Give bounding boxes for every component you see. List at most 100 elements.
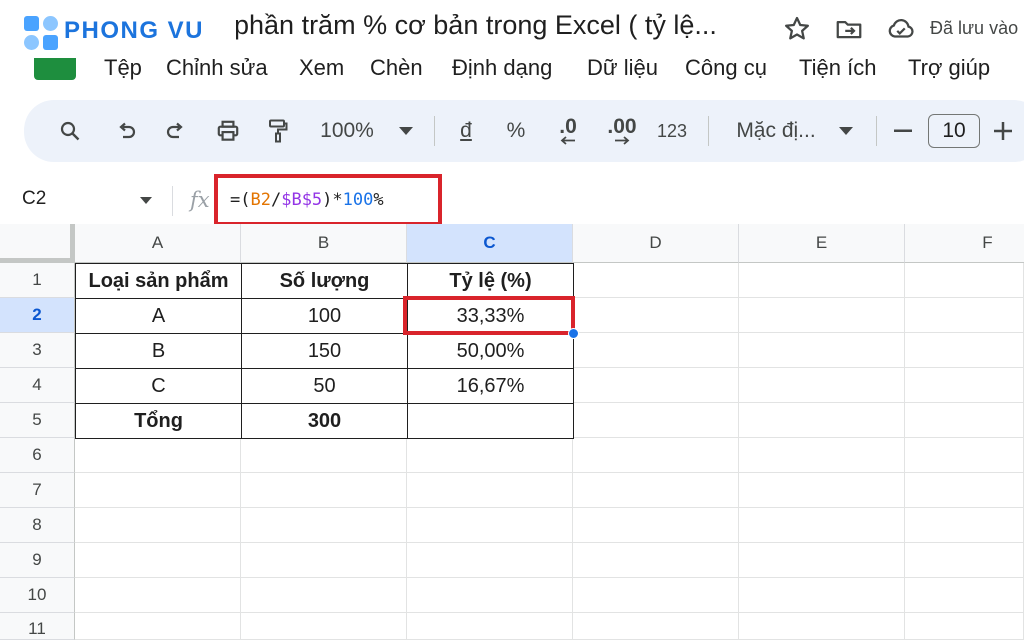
cell-e7[interactable] [739,473,905,508]
cell-b8[interactable] [241,508,407,543]
menu-file[interactable]: Tệp [104,55,142,81]
cell-d7[interactable] [573,473,739,508]
cell-f5[interactable] [905,403,1024,438]
row-header-9[interactable]: 9 [0,543,75,578]
row-header-7[interactable]: 7 [0,473,75,508]
row-header-5[interactable]: 5 [0,403,75,438]
cell-d2[interactable] [573,298,739,333]
zoom-select[interactable]: 100% [314,100,380,162]
document-title[interactable]: phần trăm % cơ bản trong Excel ( tỷ lệ..… [234,10,717,41]
cell-e1[interactable] [739,263,905,298]
row-header-2[interactable]: 2 [0,298,75,333]
cell-e2[interactable] [739,298,905,333]
cell-f6[interactable] [905,438,1024,473]
row-header-11[interactable]: 11 [0,613,75,640]
cell-f2[interactable] [905,298,1024,333]
print-button[interactable] [210,100,246,162]
cell-f9[interactable] [905,543,1024,578]
cell-d1[interactable] [573,263,739,298]
cell-c7[interactable] [407,473,573,508]
cell-a1[interactable]: Loại sản phẩm [75,263,242,299]
column-header-c[interactable]: C [407,224,573,263]
zoom-dropdown-button[interactable] [396,100,416,162]
cell-d8[interactable] [573,508,739,543]
menu-format[interactable]: Định dạng [452,55,552,81]
cell-a4[interactable]: C [75,368,242,404]
cell-b5[interactable]: 300 [241,403,408,439]
cell-b1[interactable]: Số lượng [241,263,408,299]
paint-format-button[interactable] [260,100,296,162]
cell-c11[interactable] [407,613,573,640]
font-dropdown-button[interactable] [836,100,856,162]
menu-help[interactable]: Trợ giúp [908,55,990,81]
cell-c9[interactable] [407,543,573,578]
cell-b4[interactable]: 50 [241,368,408,404]
cell-f7[interactable] [905,473,1024,508]
font-select[interactable]: Mặc đị... [726,100,826,162]
menu-insert[interactable]: Chèn [370,55,423,81]
cell-f11[interactable] [905,613,1024,640]
cell-b10[interactable] [241,578,407,613]
cell-e9[interactable] [739,543,905,578]
select-all-corner[interactable] [0,224,75,263]
cell-c8[interactable] [407,508,573,543]
menu-tools[interactable]: Công cụ [685,55,767,81]
cell-a6[interactable] [75,438,241,473]
cell-c6[interactable] [407,438,573,473]
cell-d10[interactable] [573,578,739,613]
cell-e11[interactable] [739,613,905,640]
cell-f3[interactable] [905,333,1024,368]
name-box[interactable]: C2 [22,188,46,210]
menu-data[interactable]: Dữ liệu [587,55,658,81]
cell-a11[interactable] [75,613,241,640]
row-header-6[interactable]: 6 [0,438,75,473]
cell-b6[interactable] [241,438,407,473]
cell-f10[interactable] [905,578,1024,613]
font-size-input[interactable]: 10 [928,114,980,148]
star-icon[interactable] [782,14,812,44]
fill-handle[interactable] [568,328,579,339]
cell-b11[interactable] [241,613,407,640]
cell-e10[interactable] [739,578,905,613]
currency-format-button[interactable]: đ [452,100,480,162]
cell-f4[interactable] [905,368,1024,403]
menu-view[interactable]: Xem [299,55,344,81]
more-formats-button[interactable]: 123 [652,100,692,162]
redo-button[interactable] [158,100,194,162]
row-header-1[interactable]: 1 [0,263,75,298]
row-header-4[interactable]: 4 [0,368,75,403]
cell-f1[interactable] [905,263,1024,298]
move-folder-icon[interactable] [834,14,864,44]
cell-a2[interactable]: A [75,298,242,334]
column-header-e[interactable]: E [739,224,905,263]
search-menus-button[interactable] [52,100,88,162]
cell-d6[interactable] [573,438,739,473]
cloud-saved-icon[interactable] [886,14,916,44]
cell-c5[interactable] [407,403,574,439]
column-header-a[interactable]: A [75,224,241,263]
decrease-font-size-button[interactable] [890,100,916,162]
cell-c1[interactable]: Tỷ lệ (%) [407,263,574,299]
cell-d9[interactable] [573,543,739,578]
cell-c10[interactable] [407,578,573,613]
undo-button[interactable] [108,100,144,162]
cell-c3[interactable]: 50,00% [407,333,574,369]
cell-b7[interactable] [241,473,407,508]
cell-f8[interactable] [905,508,1024,543]
cell-d5[interactable] [573,403,739,438]
row-header-8[interactable]: 8 [0,508,75,543]
cell-e4[interactable] [739,368,905,403]
cell-a9[interactable] [75,543,241,578]
column-header-b[interactable]: B [241,224,407,263]
decrease-decimal-button[interactable]: .0 [550,100,586,162]
cell-b9[interactable] [241,543,407,578]
cell-c4[interactable]: 16,67% [407,368,574,404]
row-header-10[interactable]: 10 [0,578,75,613]
menu-extensions[interactable]: Tiện ích [799,55,876,81]
increase-decimal-button[interactable]: .00 [602,100,642,162]
cell-d11[interactable] [573,613,739,640]
cell-a3[interactable]: B [75,333,242,369]
cell-d3[interactable] [573,333,739,368]
cell-e6[interactable] [739,438,905,473]
cell-e5[interactable] [739,403,905,438]
